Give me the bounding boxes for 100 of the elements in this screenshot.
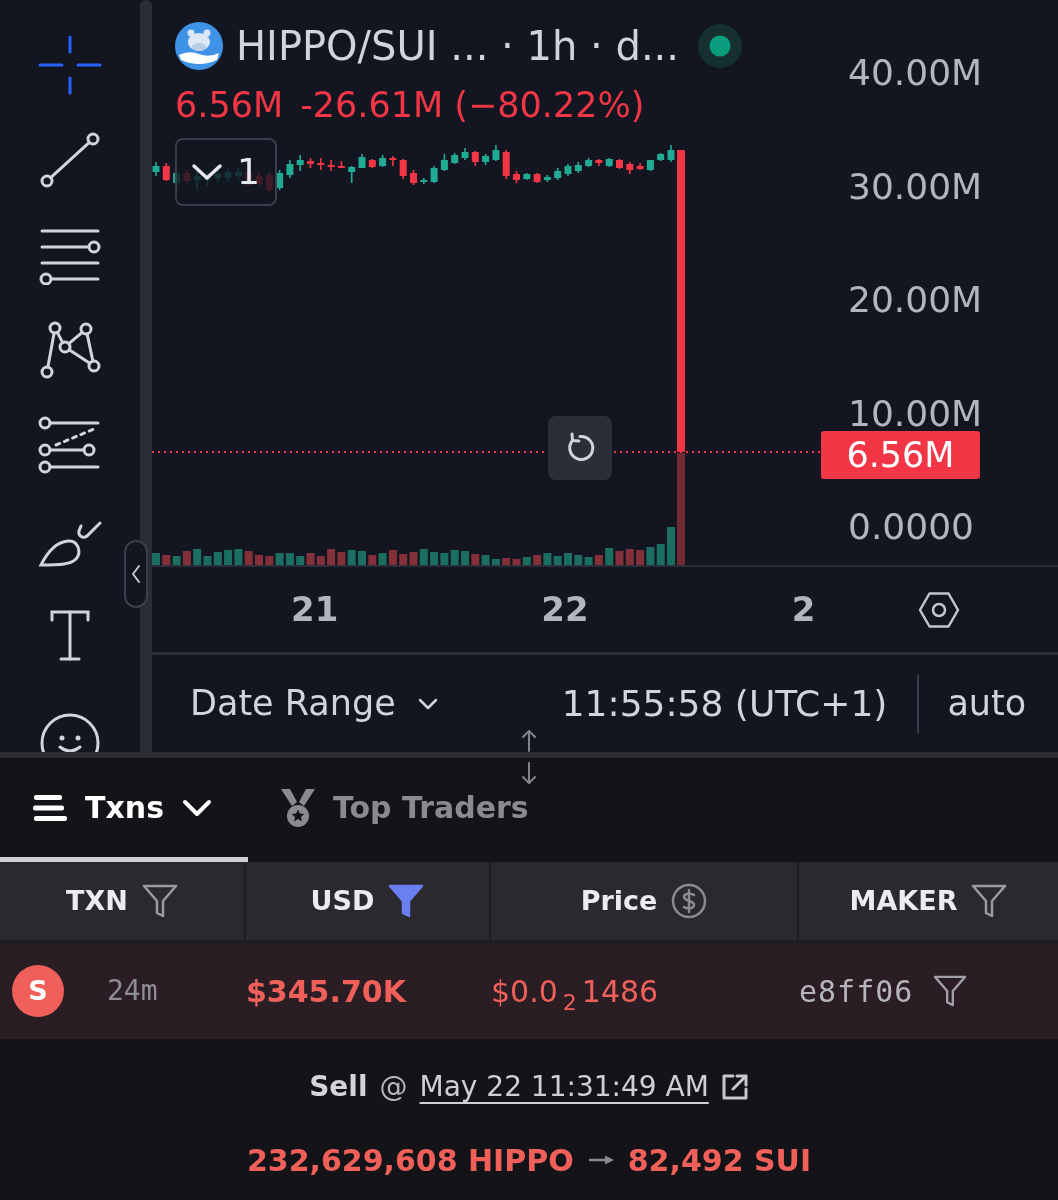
column-header[interactable]: USD [246,862,489,940]
volume-bar [450,550,459,565]
chevron-left-icon[interactable] [131,564,141,584]
chart-title: HIPPO/SUI ... · 1h · d... [236,22,680,71]
column-header[interactable]: MAKER [799,862,1058,940]
external-link-icon[interactable] [720,1073,749,1101]
volume-bar [285,553,294,565]
volume-bar [255,555,263,565]
volume-bar [244,551,253,565]
volume-bar [440,553,449,565]
candle [636,163,644,170]
last-price-label: 6.56M [821,431,980,479]
scale-mode-button[interactable]: auto [947,677,1027,730]
column-header[interactable]: Price [491,862,797,940]
volume-bar [461,551,469,565]
candle [513,171,520,183]
candle [162,163,170,181]
change-text: -26.61M (−80.22%) [300,85,645,125]
resize-arrows-icon[interactable] [519,729,539,785]
candle [657,153,665,161]
volume-bar [605,548,614,565]
trend-line-icon[interactable] [38,130,102,190]
candle [461,148,469,160]
transaction-row[interactable]: S 24m $345.70K $0.0$_{2}$1486 e8ff06 [0,943,1058,1039]
axis-label: 2 [791,588,816,631]
amount-received-text: 82,492 SUI [627,1141,812,1180]
dollar-circle-icon[interactable] [671,883,708,919]
volume-bar [574,555,583,565]
settings-icon[interactable] [918,589,960,630]
side-avatar: S [12,965,64,1017]
candle [667,145,675,162]
candle [410,170,417,185]
candle [152,162,160,176]
reset-chart-button[interactable] [548,416,612,480]
volume-bar [337,552,346,565]
axis-label: 20.00M [848,280,984,320]
candle [399,159,407,179]
candle [595,159,603,166]
axis-label: 30.00M [848,166,984,207]
indicators-toggle-button[interactable]: 1 [175,138,277,206]
column-header[interactable]: TXN [0,862,244,940]
volume-bar [636,550,645,565]
volume-bar [358,551,366,565]
volume-bar [265,556,274,565]
volume-bar [419,549,428,565]
at-sign-text: @ [379,1069,408,1105]
volume-bar [553,556,562,565]
trade-side-text: Sell [309,1069,368,1105]
filter-icon[interactable] [971,884,1008,918]
connected-nodes-icon[interactable] [38,320,102,380]
candle [348,166,356,183]
chevron-down-icon[interactable] [417,697,438,710]
last-value-text: 6.56M [175,85,284,125]
filter-icon[interactable] [141,884,178,918]
volume-bar [234,549,243,565]
volume-bar [656,544,665,565]
price-text: $0.0$_{2}$1486 [491,973,659,1009]
axis-label: 22 [541,588,589,631]
candle [585,158,593,167]
candle [296,155,304,171]
candle [502,150,510,179]
date-range-dropdown[interactable]: Date Range [190,677,438,730]
list-icon[interactable] [33,793,67,822]
candle [605,158,613,167]
parallel-lines-icon[interactable] [38,415,102,475]
amount-sold-text: 232,629,608 HIPPO [246,1141,574,1180]
candle [626,162,634,174]
candle [533,173,541,183]
clock-text[interactable]: 11:55:58 (UTC+1) [561,676,888,731]
candle [368,159,376,168]
usd-amount-text: $345.70K [246,973,406,1009]
volume-bar [594,555,603,565]
tab[interactable]: Top Traders [280,758,529,862]
axis-label: 21 [291,588,339,631]
status-dot-icon [698,24,743,68]
volume-bar [543,553,552,565]
candle [646,160,654,171]
filter-icon[interactable] [388,884,425,918]
axis-label: 0.0000 [848,507,975,547]
toolbar-collapse-button[interactable] [124,540,148,608]
volume-bar [224,550,233,565]
maker-address-text[interactable]: e8ff06 [799,968,914,1014]
volume-bar [667,527,675,565]
candle [317,158,325,170]
volume-bar [388,550,397,565]
candle [564,164,572,176]
volume-bar [347,550,356,565]
chevron-down-icon[interactable] [191,163,223,181]
candle [420,178,428,184]
crosshair-icon[interactable] [38,35,102,95]
candle [482,154,490,165]
volume-bar [368,555,377,565]
filter-icon[interactable] [933,975,968,1007]
volume-bar [564,553,572,565]
candle [543,175,551,182]
candle [616,159,623,169]
trade-time-link[interactable]: May 22 11:31:49 AM [419,1066,709,1108]
volume-bar [327,549,336,565]
smiley-icon[interactable] [38,712,102,752]
medal-icon[interactable] [280,787,316,828]
